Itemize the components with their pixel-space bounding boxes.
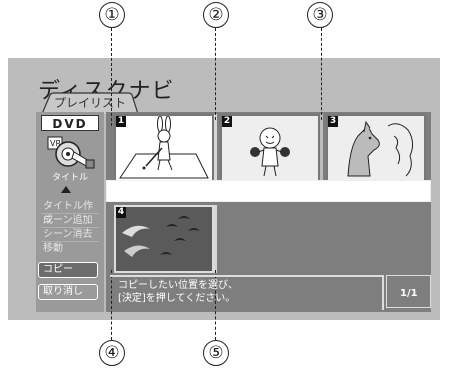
disc-icon: VR [47, 136, 95, 169]
callout-2: ② [203, 2, 229, 28]
menu-delete-scene[interactable]: シーン消去 [41, 228, 99, 242]
insertion-marker [320, 114, 323, 182]
menu-add-scene[interactable]: シーン追加 [41, 214, 99, 228]
instruction-message: コピーしたい位置を選び、 [決定]を押してください。 [118, 279, 238, 305]
menu-create-title[interactable]: タイトル作成 [41, 200, 99, 226]
menu-move[interactable]: 移動 [41, 242, 99, 256]
dvd-badge: DVD [41, 115, 99, 131]
scroll-up-icon[interactable] [61, 186, 71, 193]
callout-3: ③ [307, 2, 333, 28]
thumbnail-1[interactable] [114, 114, 214, 182]
page-indicator: 1/1 [400, 288, 418, 299]
insertion-cursor [214, 205, 217, 273]
insertion-marker [214, 114, 217, 182]
thumbnail-4[interactable] [114, 205, 214, 273]
cancel-button[interactable]: 取り消し [38, 284, 98, 300]
instruction-line-2: [決定]を押してください。 [118, 293, 236, 304]
instruction-line-1: コピーしたい位置を選び、 [118, 280, 238, 291]
rabbit-golf-scene [119, 115, 209, 179]
thumbnail-number: 4 [116, 207, 126, 218]
thumbnail-number: 1 [116, 116, 126, 127]
callout-4: ④ [99, 340, 125, 366]
disc-label: タイトル [52, 173, 89, 183]
horse-drawing-scene [328, 116, 424, 180]
insertion-bar[interactable] [106, 180, 431, 202]
thumbnail-number: 2 [222, 116, 232, 127]
boxer-character-scene [222, 116, 318, 180]
thumbnail-2[interactable] [220, 114, 320, 182]
copy-button[interactable]: コピー [38, 262, 98, 278]
callout-5: ⑤ [203, 340, 229, 366]
thumbnail-number: 3 [328, 116, 338, 127]
callout-1: ① [99, 2, 125, 28]
playlist-tab-label: プレイリスト [54, 96, 127, 110]
callout-3-line [321, 28, 322, 120]
callout-2-line [215, 28, 216, 120]
birds-flying-scene [116, 207, 212, 271]
thumbnail-3[interactable] [326, 114, 426, 182]
callout-1-line [111, 28, 112, 126]
